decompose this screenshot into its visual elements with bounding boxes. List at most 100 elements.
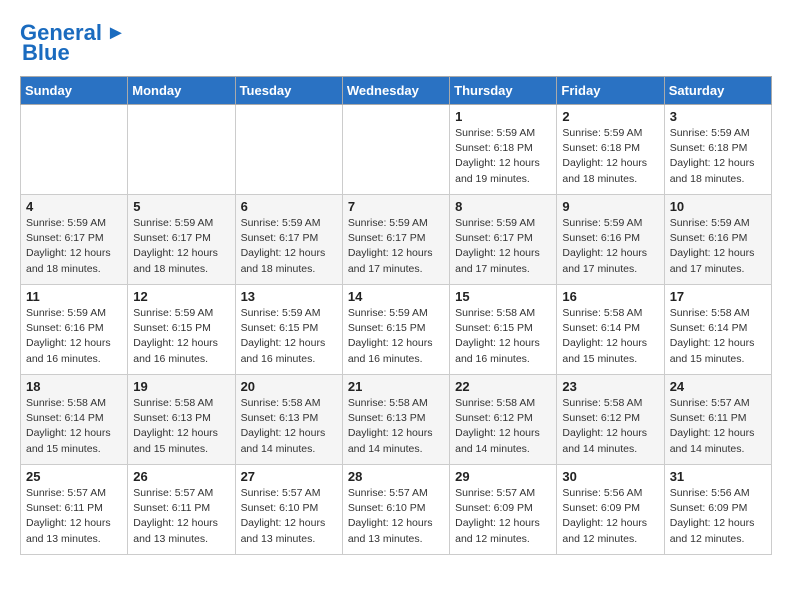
calendar-day-25: 25 Sunrise: 5:57 AM Sunset: 6:11 PM Dayli… bbox=[21, 465, 128, 555]
day-info: Sunrise: 5:59 AM Sunset: 6:16 PM Dayligh… bbox=[26, 306, 122, 367]
calendar-day-1: 1 Sunrise: 5:59 AM Sunset: 6:18 PM Daylig… bbox=[450, 105, 557, 195]
calendar-day-22: 22 Sunrise: 5:58 AM Sunset: 6:12 PM Dayli… bbox=[450, 375, 557, 465]
day-number: 26 bbox=[133, 469, 229, 484]
calendar-day-11: 11 Sunrise: 5:59 AM Sunset: 6:16 PM Dayli… bbox=[21, 285, 128, 375]
day-info: Sunrise: 5:58 AM Sunset: 6:13 PM Dayligh… bbox=[133, 396, 229, 457]
day-number: 3 bbox=[670, 109, 766, 124]
day-info: Sunrise: 5:59 AM Sunset: 6:18 PM Dayligh… bbox=[670, 126, 766, 187]
calendar-table: SundayMondayTuesdayWednesdayThursdayFrid… bbox=[20, 76, 772, 555]
day-info: Sunrise: 5:59 AM Sunset: 6:18 PM Dayligh… bbox=[562, 126, 658, 187]
calendar-day-8: 8Sunrise: 5:59 AM Sunset: 6:17 PM Daylig… bbox=[450, 195, 557, 285]
day-number: 11 bbox=[26, 289, 122, 304]
calendar-day-29: 29Sunrise: 5:57 AM Sunset: 6:09 PM Dayli… bbox=[450, 465, 557, 555]
calendar-day-13: 13 Sunrise: 5:59 AM Sunset: 6:15 PM Dayli… bbox=[235, 285, 342, 375]
calendar-day-4: 4Sunrise: 5:59 AM Sunset: 6:17 PM Daylig… bbox=[21, 195, 128, 285]
logo: General ► Blue bbox=[20, 20, 126, 66]
day-number: 29 bbox=[455, 469, 551, 484]
calendar-day-2: 2Sunrise: 5:59 AM Sunset: 6:18 PM Daylig… bbox=[557, 105, 664, 195]
day-info: Sunrise: 5:57 AM Sunset: 6:10 PM Dayligh… bbox=[241, 486, 337, 547]
day-info: Sunrise: 5:58 AM Sunset: 6:14 PM Dayligh… bbox=[670, 306, 766, 367]
day-number: 7 bbox=[348, 199, 444, 214]
day-number: 16 bbox=[562, 289, 658, 304]
calendar-day-31: 31 Sunrise: 5:56 AM Sunset: 6:09 PM Dayli… bbox=[664, 465, 771, 555]
day-info: Sunrise: 5:58 AM Sunset: 6:14 PM Dayligh… bbox=[26, 396, 122, 457]
calendar-day-3: 3 Sunrise: 5:59 AM Sunset: 6:18 PM Daylig… bbox=[664, 105, 771, 195]
day-info: Sunrise: 5:59 AM Sunset: 6:17 PM Dayligh… bbox=[241, 216, 337, 277]
day-info: Sunrise: 5:57 AM Sunset: 6:11 PM Dayligh… bbox=[670, 396, 766, 457]
day-number: 14 bbox=[348, 289, 444, 304]
calendar-day-16: 16 Sunrise: 5:58 AM Sunset: 6:14 PM Dayli… bbox=[557, 285, 664, 375]
day-info: Sunrise: 5:56 AM Sunset: 6:09 PM Dayligh… bbox=[670, 486, 766, 547]
calendar-day-24: 24 Sunrise: 5:57 AM Sunset: 6:11 PM Dayli… bbox=[664, 375, 771, 465]
day-info: Sunrise: 5:58 AM Sunset: 6:12 PM Dayligh… bbox=[455, 396, 551, 457]
logo-blue: Blue bbox=[22, 40, 70, 66]
day-info: Sunrise: 5:58 AM Sunset: 6:12 PM Dayligh… bbox=[562, 396, 658, 457]
calendar-week-row: 25 Sunrise: 5:57 AM Sunset: 6:11 PM Dayli… bbox=[21, 465, 772, 555]
day-info: Sunrise: 5:57 AM Sunset: 6:11 PM Dayligh… bbox=[133, 486, 229, 547]
day-info: Sunrise: 5:58 AM Sunset: 6:15 PM Dayligh… bbox=[455, 306, 551, 367]
calendar-day-5: 5Sunrise: 5:59 AM Sunset: 6:17 PM Daylig… bbox=[128, 195, 235, 285]
day-number: 20 bbox=[241, 379, 337, 394]
day-number: 24 bbox=[670, 379, 766, 394]
day-info: Sunrise: 5:57 AM Sunset: 6:10 PM Dayligh… bbox=[348, 486, 444, 547]
calendar-day-26: 26 Sunrise: 5:57 AM Sunset: 6:11 PM Dayli… bbox=[128, 465, 235, 555]
calendar-day-12: 12 Sunrise: 5:59 AM Sunset: 6:15 PM Dayli… bbox=[128, 285, 235, 375]
day-number: 13 bbox=[241, 289, 337, 304]
day-number: 9 bbox=[562, 199, 658, 214]
calendar-day-30: 30 Sunrise: 5:56 AM Sunset: 6:09 PM Dayli… bbox=[557, 465, 664, 555]
day-number: 17 bbox=[670, 289, 766, 304]
day-number: 19 bbox=[133, 379, 229, 394]
calendar-day-14: 14 Sunrise: 5:59 AM Sunset: 6:15 PM Dayli… bbox=[342, 285, 449, 375]
day-info: Sunrise: 5:59 AM Sunset: 6:17 PM Dayligh… bbox=[455, 216, 551, 277]
day-info: Sunrise: 5:57 AM Sunset: 6:11 PM Dayligh… bbox=[26, 486, 122, 547]
day-info: Sunrise: 5:59 AM Sunset: 6:15 PM Dayligh… bbox=[348, 306, 444, 367]
day-number: 15 bbox=[455, 289, 551, 304]
day-number: 10 bbox=[670, 199, 766, 214]
day-number: 25 bbox=[26, 469, 122, 484]
day-info: Sunrise: 5:59 AM Sunset: 6:15 PM Dayligh… bbox=[133, 306, 229, 367]
day-info: Sunrise: 5:59 AM Sunset: 6:17 PM Dayligh… bbox=[348, 216, 444, 277]
day-number: 1 bbox=[455, 109, 551, 124]
day-number: 23 bbox=[562, 379, 658, 394]
day-info: Sunrise: 5:59 AM Sunset: 6:18 PM Dayligh… bbox=[455, 126, 551, 187]
calendar-empty-cell bbox=[128, 105, 235, 195]
calendar-day-23: 23 Sunrise: 5:58 AM Sunset: 6:12 PM Dayli… bbox=[557, 375, 664, 465]
weekday-header-friday: Friday bbox=[557, 77, 664, 105]
day-info: Sunrise: 5:59 AM Sunset: 6:15 PM Dayligh… bbox=[241, 306, 337, 367]
calendar-week-row: 1 Sunrise: 5:59 AM Sunset: 6:18 PM Daylig… bbox=[21, 105, 772, 195]
day-number: 18 bbox=[26, 379, 122, 394]
calendar-week-row: 18 Sunrise: 5:58 AM Sunset: 6:14 PM Dayli… bbox=[21, 375, 772, 465]
day-number: 31 bbox=[670, 469, 766, 484]
calendar-empty-cell bbox=[235, 105, 342, 195]
calendar-empty-cell bbox=[342, 105, 449, 195]
day-info: Sunrise: 5:59 AM Sunset: 6:16 PM Dayligh… bbox=[670, 216, 766, 277]
calendar-week-row: 4Sunrise: 5:59 AM Sunset: 6:17 PM Daylig… bbox=[21, 195, 772, 285]
weekday-header-monday: Monday bbox=[128, 77, 235, 105]
calendar-day-15: 15 Sunrise: 5:58 AM Sunset: 6:15 PM Dayli… bbox=[450, 285, 557, 375]
calendar-day-21: 21 Sunrise: 5:58 AM Sunset: 6:13 PM Dayli… bbox=[342, 375, 449, 465]
day-number: 6 bbox=[241, 199, 337, 214]
calendar-day-27: 27 Sunrise: 5:57 AM Sunset: 6:10 PM Dayli… bbox=[235, 465, 342, 555]
header: General ► Blue bbox=[20, 20, 772, 66]
day-number: 30 bbox=[562, 469, 658, 484]
calendar-day-18: 18 Sunrise: 5:58 AM Sunset: 6:14 PM Dayli… bbox=[21, 375, 128, 465]
calendar-day-28: 28 Sunrise: 5:57 AM Sunset: 6:10 PM Dayli… bbox=[342, 465, 449, 555]
calendar-empty-cell bbox=[21, 105, 128, 195]
calendar-day-20: 20 Sunrise: 5:58 AM Sunset: 6:13 PM Dayli… bbox=[235, 375, 342, 465]
day-number: 12 bbox=[133, 289, 229, 304]
weekday-header-sunday: Sunday bbox=[21, 77, 128, 105]
day-info: Sunrise: 5:58 AM Sunset: 6:13 PM Dayligh… bbox=[241, 396, 337, 457]
calendar-day-6: 6 Sunrise: 5:59 AM Sunset: 6:17 PM Daylig… bbox=[235, 195, 342, 285]
day-info: Sunrise: 5:58 AM Sunset: 6:13 PM Dayligh… bbox=[348, 396, 444, 457]
calendar-day-19: 19 Sunrise: 5:58 AM Sunset: 6:13 PM Dayli… bbox=[128, 375, 235, 465]
weekday-header-tuesday: Tuesday bbox=[235, 77, 342, 105]
day-info: Sunrise: 5:56 AM Sunset: 6:09 PM Dayligh… bbox=[562, 486, 658, 547]
calendar-week-row: 11 Sunrise: 5:59 AM Sunset: 6:16 PM Dayli… bbox=[21, 285, 772, 375]
day-number: 27 bbox=[241, 469, 337, 484]
day-number: 21 bbox=[348, 379, 444, 394]
day-number: 22 bbox=[455, 379, 551, 394]
day-info: Sunrise: 5:59 AM Sunset: 6:17 PM Dayligh… bbox=[133, 216, 229, 277]
day-number: 28 bbox=[348, 469, 444, 484]
day-info: Sunrise: 5:58 AM Sunset: 6:14 PM Dayligh… bbox=[562, 306, 658, 367]
weekday-header-thursday: Thursday bbox=[450, 77, 557, 105]
